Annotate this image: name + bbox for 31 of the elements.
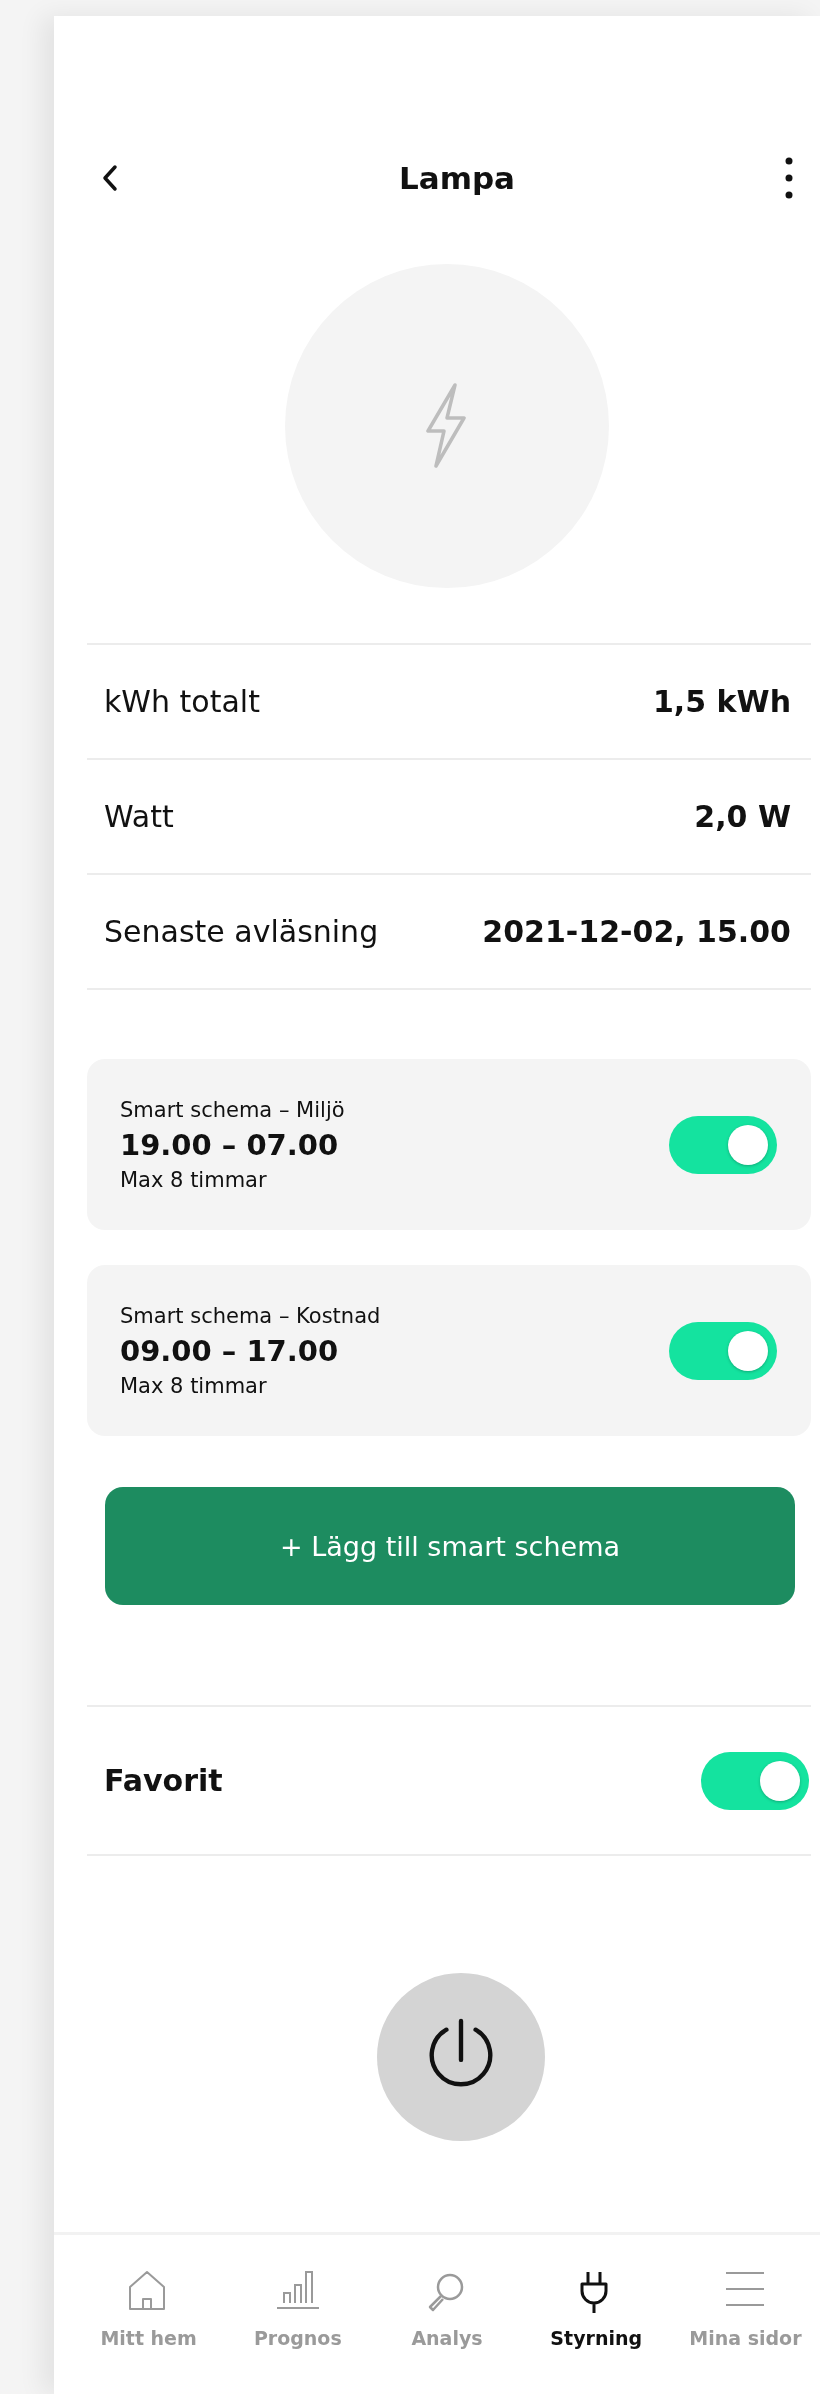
more-icon[interactable] — [784, 156, 794, 200]
screen-title: Lampa — [398, 160, 516, 196]
reading-value: 2021-12-02, 15.00 — [482, 914, 791, 949]
schedule-name: Smart schema – Kostnad — [120, 1303, 381, 1328]
nav-label: Styrning — [550, 2327, 643, 2349]
back-icon[interactable] — [100, 163, 120, 193]
add-schedule-button[interactable]: + Lägg till smart schema — [105, 1487, 795, 1605]
nav-item[interactable]: Analys — [372, 2269, 522, 2394]
schedule-name: Smart schema – Miljö — [120, 1097, 345, 1122]
schedule-limit: Max 8 timmar — [120, 1373, 268, 1398]
schedule-toggle[interactable] — [669, 1115, 777, 1174]
nav-label: Mitt hem — [100, 2327, 197, 2349]
nav-item[interactable]: Prognos — [223, 2269, 373, 2394]
favorite-label: Favorit — [104, 1763, 223, 1798]
schedule-toggle[interactable] — [669, 1321, 777, 1380]
schedule-limit: Max 8 timmar — [120, 1167, 268, 1192]
nav-item[interactable]: Mina sidor — [670, 2269, 820, 2394]
nav-item[interactable]: Styrning — [521, 2269, 671, 2394]
reading-value: 2,0 W — [694, 799, 791, 834]
nav-item[interactable]: Mitt hem — [74, 2269, 224, 2394]
reading-label: kWh totalt — [104, 684, 260, 719]
reading-label: Watt — [104, 799, 174, 834]
schedule-time: 09.00 – 17.00 — [120, 1333, 340, 1368]
lightning-icon — [425, 383, 469, 469]
reading-value: 1,5 kWh — [653, 684, 791, 719]
favorite-toggle[interactable] — [701, 1751, 809, 1810]
reading-label: Senaste avläsning — [104, 914, 379, 949]
nav-label: Prognos — [253, 2327, 342, 2349]
schedule-time: 19.00 – 07.00 — [120, 1127, 340, 1162]
nav-label: Mina sidor — [689, 2327, 802, 2349]
nav-label: Analys — [411, 2327, 483, 2349]
